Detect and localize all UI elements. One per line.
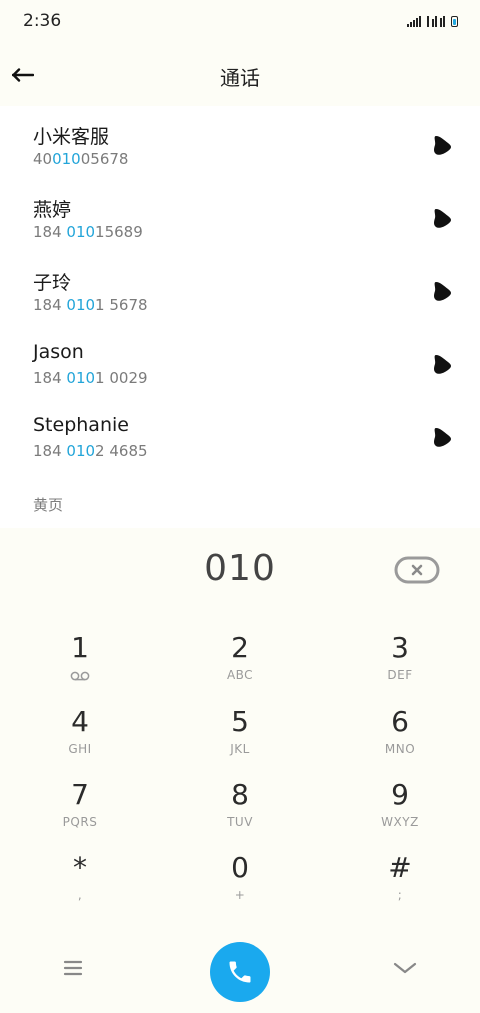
header: 通话 [0,44,480,106]
contact-row[interactable]: Stephanie 184 0102 4685 [0,398,480,470]
signal-icon-2 [427,15,445,27]
key-letters: ; [397,888,403,902]
key-digit: 0 [231,851,249,884]
phone-icon[interactable] [432,426,454,448]
key-digit: * [73,851,87,884]
phone-icon[interactable] [432,353,454,375]
dialer-pad: 010 1 2 ABC 3 DEF 4 GHI 5 JKL 6 MNO 7 PQ… [0,528,480,1013]
key-letters: WXYZ [381,815,419,829]
status-icons [407,13,458,27]
contact-number: 4001005678 [33,150,128,168]
key-2[interactable]: 2 ABC [185,626,295,692]
number-match: 010 [66,296,96,314]
key-0[interactable]: 0 + [185,846,295,912]
number-prefix: 40 [33,150,53,168]
contact-list: 小米客服 4001005678 燕婷 184 01015689 子玲 184 0… [0,106,480,528]
key-digit: 5 [231,705,249,738]
key-digit: 8 [231,778,249,811]
number-match: 010 [66,442,96,460]
yellow-pages-label[interactable]: 黄页 [33,494,63,515]
status-time: 2:36 [23,11,62,31]
key-9[interactable]: 9 WXYZ [345,773,455,839]
number-match: 010 [52,150,81,168]
number-prefix: 184 [33,442,67,460]
number-suffix: 15689 [95,223,143,241]
contact-number: 184 0102 4685 [33,442,148,460]
key-digit: 9 [391,778,409,811]
contact-name: 燕婷 [33,199,72,221]
number-suffix: 2 4685 [95,442,148,460]
contact-row[interactable]: 子玲 184 0101 5678 [0,252,480,324]
key-3[interactable]: 3 DEF [345,626,455,692]
key-hash[interactable]: # ; [345,846,455,912]
key-letters: ABC [226,668,254,682]
key-letters: GHI [68,742,92,756]
phone-icon [229,961,251,983]
number-suffix: 1 5678 [95,296,148,314]
status-bar: 2:36 [0,0,480,44]
contact-name: 子玲 [33,272,72,294]
signal-icon [407,15,421,27]
key-digit: 7 [71,778,89,811]
call-button[interactable] [210,942,270,1002]
key-letters: PQRS [62,815,98,829]
number-prefix: 184 [33,223,67,241]
number-match: 010 [66,223,96,241]
key-digit: 1 [71,631,89,664]
phone-icon[interactable] [432,280,454,302]
key-1[interactable]: 1 [25,626,135,692]
key-digit: 4 [71,705,89,738]
key-digit: 2 [231,631,249,664]
contact-row[interactable]: 燕婷 184 01015689 [0,179,480,251]
key-digit: 3 [391,631,409,664]
number-prefix: 184 [33,369,67,387]
contact-name: Stephanie [33,414,129,436]
key-digit: 6 [391,705,409,738]
chevron-down-icon[interactable] [390,958,420,978]
contact-row[interactable]: 小米客服 4001005678 [0,106,480,178]
key-star[interactable]: * , [25,846,135,912]
voicemail-icon [70,671,90,681]
key-5[interactable]: 5 JKL [185,700,295,766]
key-letters: MNO [384,742,416,756]
contact-number: 184 0101 5678 [33,296,148,314]
phone-icon[interactable] [432,207,454,229]
contact-number: 184 0101 0029 [33,369,148,387]
key-letters: JKL [230,742,250,756]
contact-name: 小米客服 [33,126,110,148]
key-letters: TUV [227,815,253,829]
key-letters: , [77,888,83,902]
number-suffix: 1 0029 [95,369,148,387]
phone-icon[interactable] [432,134,454,156]
key-letters: + [234,888,246,902]
contact-name: Jason [33,341,84,363]
contact-row[interactable]: Jason 184 0101 0029 [0,325,480,397]
page-title: 通话 [220,66,260,90]
bottom-bar [0,936,480,1002]
menu-icon[interactable] [58,956,88,980]
backspace-icon[interactable] [394,556,440,584]
number-match: 010 [66,369,96,387]
key-8[interactable]: 8 TUV [185,773,295,839]
key-letters: DEF [387,668,413,682]
number-suffix: 05678 [80,150,129,168]
key-4[interactable]: 4 GHI [25,700,135,766]
number-prefix: 184 [33,296,67,314]
battery-icon [451,16,458,27]
key-6[interactable]: 6 MNO [345,700,455,766]
key-7[interactable]: 7 PQRS [25,773,135,839]
key-digit: # [388,851,412,884]
contact-number: 184 01015689 [33,223,143,241]
